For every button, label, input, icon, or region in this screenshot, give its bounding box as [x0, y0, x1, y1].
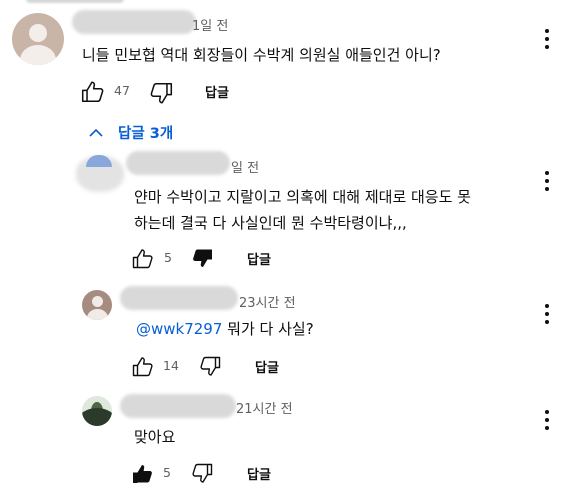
- author-name-redacted[interactable]: [120, 286, 238, 310]
- comment-text: 니들 민보협 역대 회장들이 수박계 의원실 애들인건 아니?: [82, 46, 441, 64]
- thumb-up-icon[interactable]: [80, 79, 106, 105]
- reply-button[interactable]: 답글: [255, 357, 279, 376]
- thumb-down-icon[interactable]: [190, 246, 214, 270]
- author-name-redacted[interactable]: [72, 10, 196, 34]
- comment-text-line: 얀마 수박이고 지랄이고 의혹에 대해 제대로 대응도 못: [134, 188, 471, 206]
- like-count: 5: [163, 465, 171, 480]
- kebab-menu-icon[interactable]: [545, 171, 549, 195]
- reply-button[interactable]: 답글: [247, 464, 271, 483]
- comment-thread: 1일 전 니들 민보협 역대 회장들이 수박계 의원실 애들인건 아니? 47 …: [0, 0, 577, 498]
- comment-time: 21시간 전: [236, 402, 293, 417]
- like-count: 14: [163, 358, 179, 373]
- comment-body: 뭐가 다 사실?: [222, 320, 314, 338]
- author-name-redacted[interactable]: [120, 394, 236, 418]
- comment-time: 23시간 전: [239, 296, 296, 311]
- user-mention-link[interactable]: @wwk7297: [136, 320, 222, 338]
- reply-button[interactable]: 답글: [205, 82, 229, 101]
- thumb-down-icon[interactable]: [190, 461, 214, 485]
- comment-time: 일 전: [231, 161, 260, 176]
- comment-time: 1일 전: [192, 19, 229, 34]
- avatar[interactable]: [82, 396, 112, 426]
- kebab-menu-icon[interactable]: [545, 410, 549, 434]
- thumb-down-icon[interactable]: [198, 354, 222, 378]
- comment-text-line: 하는데 결국 다 사실인데 뭔 수박타령이냐,,,: [134, 214, 407, 232]
- like-count: 5: [164, 250, 172, 265]
- like-count: 47: [114, 83, 130, 98]
- chevron-up-icon: [89, 128, 103, 137]
- thumb-up-icon[interactable]: [131, 247, 155, 271]
- kebab-menu-icon[interactable]: [545, 29, 549, 53]
- thumb-up-icon[interactable]: [131, 355, 155, 379]
- replies-toggle-button[interactable]: 답글 3개: [88, 122, 173, 143]
- replies-toggle-label: 답글 3개: [118, 126, 174, 142]
- comment-text: 맞아요: [134, 428, 176, 446]
- thumb-up-icon[interactable]: [131, 462, 155, 486]
- blurred-previous-content: [26, 0, 124, 3]
- comment-text: @wwk7297 뭐가 다 사실?: [136, 316, 314, 342]
- reply-button[interactable]: 답글: [247, 249, 271, 268]
- author-name-redacted[interactable]: [126, 151, 230, 175]
- kebab-menu-icon[interactable]: [545, 304, 549, 328]
- thumb-down-icon[interactable]: [148, 80, 174, 106]
- avatar[interactable]: [82, 290, 112, 320]
- avatar[interactable]: [12, 13, 64, 65]
